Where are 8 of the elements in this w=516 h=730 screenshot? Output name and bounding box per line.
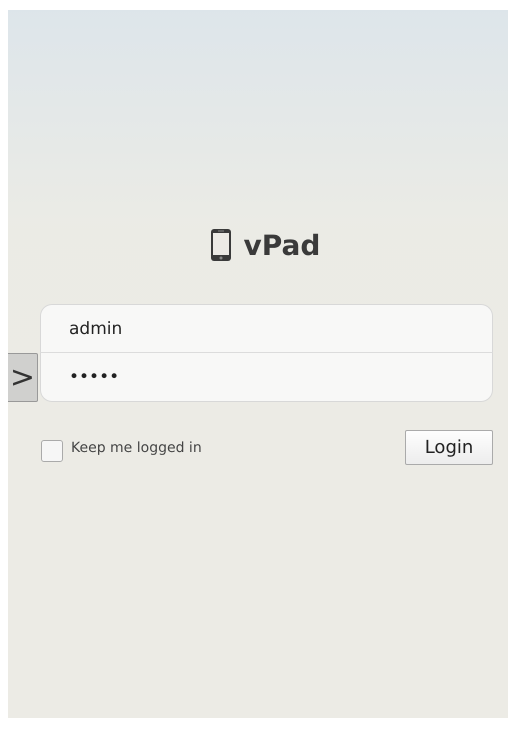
side-tab[interactable]: >	[8, 353, 38, 402]
phone-icon	[210, 228, 232, 262]
password-input[interactable]: •••••	[41, 353, 492, 401]
app-title: vPad	[244, 228, 320, 262]
checkbox[interactable]	[41, 440, 63, 462]
username-input[interactable]: admin	[41, 305, 492, 352]
login-button[interactable]: Login	[405, 430, 493, 465]
checkbox-label: Keep me logged in	[71, 440, 202, 456]
